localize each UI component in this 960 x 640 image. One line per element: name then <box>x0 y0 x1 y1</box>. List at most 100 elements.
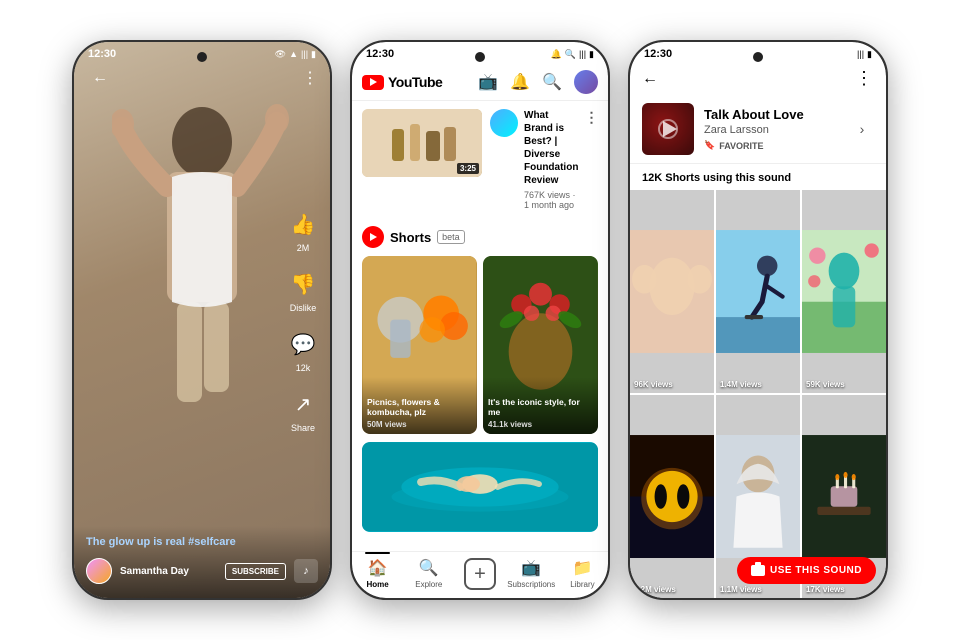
share-label: Share <box>291 423 315 433</box>
phone-1-screen: 12:30 👁 ▲ ||| ▮ ← ⋮ <box>74 42 330 598</box>
share-button[interactable]: ↗ Share <box>286 387 320 433</box>
video-thumbnail: 3:25 <box>362 109 482 177</box>
home-icon: 🏠 <box>368 558 388 578</box>
yt-logo[interactable]: YouTube <box>362 74 478 90</box>
grid-item-4[interactable]: 1.2M views <box>630 395 714 598</box>
dislike-button[interactable]: 👎 Dislike <box>286 267 320 313</box>
phone3-content: 12:30 ||| ▮ ← ⋮ Talk About Love Zara Lar… <box>630 42 886 598</box>
nav-home[interactable]: 🏠 Home <box>352 552 403 598</box>
short-card-1[interactable]: Picnics, flowers & kombucha, plz 50M vie… <box>362 256 477 434</box>
phone-3: 12:30 ||| ▮ ← ⋮ Talk About Love Zara Lar… <box>628 40 888 600</box>
hashtag-text: #selfcare <box>188 536 236 548</box>
notif-icon: 🔔 <box>551 49 562 60</box>
favorite-button[interactable]: 🔖 FAVORITE <box>704 140 840 151</box>
search-icon-yt[interactable]: 🔍 <box>542 72 562 92</box>
share-icon: ↗ <box>286 387 320 421</box>
creator-name: Samantha Day <box>120 566 217 577</box>
video-caption: The glow up is real #selfcare <box>86 536 318 548</box>
front-camera-3 <box>753 52 763 62</box>
short-card-2[interactable]: It's the iconic style, for me 41.1k view… <box>483 256 598 434</box>
video-sub-info: 767K views · 1 month ago <box>524 190 578 210</box>
grid-views-2: 1.4M views <box>720 380 762 389</box>
caption-text: The glow up is real <box>86 536 185 548</box>
short-title-2: It's the iconic style, for me <box>488 397 580 417</box>
add-icon: + <box>464 558 496 590</box>
album-art[interactable] <box>642 103 694 155</box>
person-silhouette <box>112 72 292 452</box>
more-button-3[interactable]: ⋮ <box>855 68 874 89</box>
comment-icon: 💬 <box>286 327 320 361</box>
video-duration: 3:25 <box>457 163 479 174</box>
more-button-1[interactable]: ⋮ <box>302 68 318 88</box>
shorts-count-label: 12K Shorts using this sound <box>630 164 886 190</box>
creator-avatar[interactable] <box>86 558 112 584</box>
grid2-art <box>716 190 800 393</box>
status-icons-3: ||| ▮ <box>857 49 872 60</box>
search-icon-2: 🔍 <box>565 49 576 60</box>
like-button[interactable]: 👍 2M <box>286 207 320 253</box>
more-icon-1: ⋮ <box>302 68 318 88</box>
phone-1: 12:30 👁 ▲ ||| ▮ ← ⋮ <box>72 40 332 600</box>
use-sound-button[interactable]: USE THIS SOUND <box>737 557 876 584</box>
shorts-beta: beta <box>437 230 465 244</box>
song-artist: Zara Larsson <box>704 124 840 136</box>
status-time-3: 12:30 <box>644 48 672 60</box>
cast-icon[interactable]: 📺 <box>478 72 498 92</box>
back-button-1[interactable]: ← <box>86 64 114 92</box>
subscriptions-icon: 📺 <box>521 558 541 578</box>
phone1-actions: 👍 2M 👎 Dislike 💬 12k ↗ Share <box>286 207 320 433</box>
yt-bottom-nav: 🏠 Home 🔍 Explore + 📺 Subscriptions 📁 Lib… <box>352 551 608 598</box>
use-sound-label: USE THIS SOUND <box>770 565 862 576</box>
short-img-1: Picnics, flowers & kombucha, plz 50M vie… <box>362 256 477 434</box>
grid-item-2[interactable]: 1.4M views <box>716 190 800 393</box>
phone-2: 12:30 🔔 🔍 ||| ▮ YouTube 📺 🔔 🔍 <box>350 40 610 600</box>
song-title: Talk About Love <box>704 107 840 122</box>
subscriptions-label: Subscriptions <box>507 580 555 589</box>
pool-art <box>362 442 598 532</box>
subscribe-button[interactable]: SUBSCRIBE <box>225 563 286 580</box>
short-title-1: Picnics, flowers & kombucha, plz <box>367 397 440 417</box>
grid-item-3[interactable]: 59K views <box>802 190 886 393</box>
short-img-2: It's the iconic style, for me 41.1k view… <box>483 256 598 434</box>
short-label-2: It's the iconic style, for me 41.1k view… <box>483 377 598 434</box>
yt-logo-text: YouTube <box>388 74 442 90</box>
short-views-2: 41.1k views <box>488 420 593 430</box>
grid-views-6: 17K views <box>806 585 845 594</box>
user-avatar[interactable] <box>574 70 598 94</box>
signal-icon-3: ||| <box>857 49 864 59</box>
home-label: Home <box>366 580 388 589</box>
nav-add[interactable]: + <box>454 552 505 598</box>
shorts-logo <box>362 226 384 248</box>
front-camera <box>197 52 207 62</box>
video-card[interactable]: 3:25 What Brand is Best? | Divers <box>352 101 608 218</box>
video-meta: What Brand is Best? | Diverse Foundation… <box>490 109 598 210</box>
music-icon[interactable]: ♪ <box>294 559 318 583</box>
nav-active-indicator <box>365 552 391 554</box>
comment-count: 12k <box>296 363 311 373</box>
short-label-1: Picnics, flowers & kombucha, plz 50M vie… <box>362 377 477 434</box>
back-button-3[interactable]: ← <box>642 70 658 88</box>
nav-subscriptions[interactable]: 📺 Subscriptions <box>506 552 557 598</box>
grid-views-3: 59K views <box>806 380 845 389</box>
phone-3-screen: 12:30 ||| ▮ ← ⋮ Talk About Love Zara Lar… <box>630 42 886 598</box>
bookmark-icon: 🔖 <box>704 140 715 151</box>
status-time-2: 12:30 <box>366 48 394 60</box>
like-icon: 👍 <box>286 207 320 241</box>
favorite-label: FAVORITE <box>719 141 763 151</box>
grid3-art <box>802 190 886 393</box>
song-info-card: Talk About Love Zara Larsson 🔖 FAVORITE … <box>630 95 886 164</box>
next-song-button[interactable]: › <box>850 117 874 141</box>
comment-button[interactable]: 💬 12k <box>286 327 320 373</box>
notification-icon[interactable]: 🔔 <box>510 72 530 92</box>
grid-item-1[interactable]: 96K views <box>630 190 714 393</box>
video-info: What Brand is Best? | Diverse Foundation… <box>524 109 578 210</box>
signal-icon: ||| <box>301 49 308 59</box>
nav-explore[interactable]: 🔍 Explore <box>403 552 454 598</box>
grid-views-1: 96K views <box>634 380 673 389</box>
nav-library[interactable]: 📁 Library <box>557 552 608 598</box>
grid-views-5: 1.1M views <box>720 585 762 594</box>
phone-2-screen: 12:30 🔔 🔍 ||| ▮ YouTube 📺 🔔 🔍 <box>352 42 608 598</box>
big-thumbnail[interactable] <box>362 442 598 532</box>
video-more-btn[interactable]: ⋮ <box>584 109 598 126</box>
grid1-art <box>630 190 714 393</box>
